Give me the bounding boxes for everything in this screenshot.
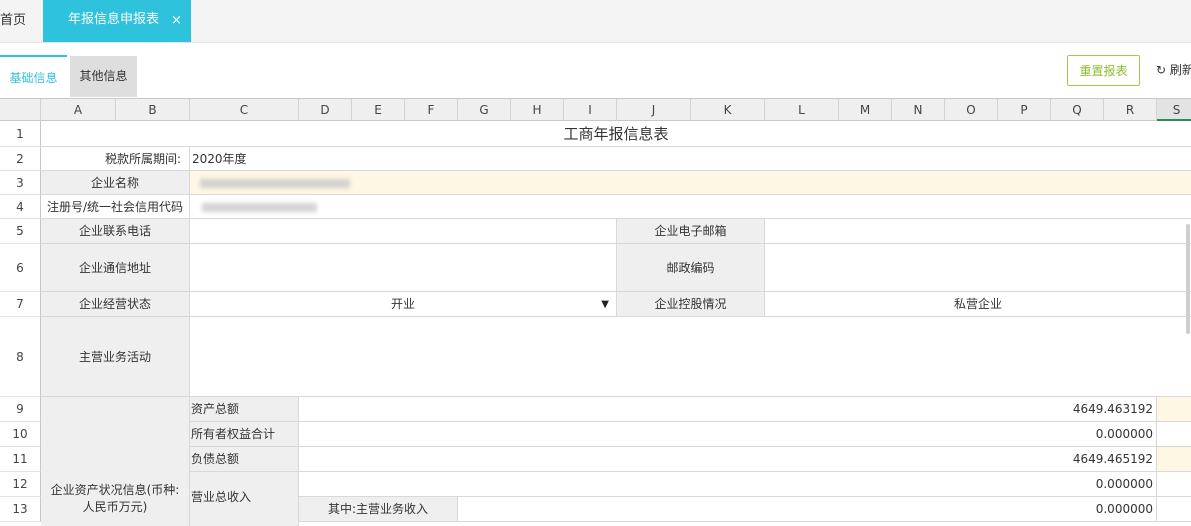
tax-period-label: 税款所属期间:	[41, 147, 190, 171]
cell-s10[interactable]	[1157, 422, 1191, 447]
status-select[interactable]: 开业 ▼	[190, 292, 617, 317]
col-header-m[interactable]: M	[839, 99, 892, 121]
col-header-l[interactable]: L	[765, 99, 839, 121]
col-header-a[interactable]: A	[41, 99, 116, 121]
assets-group-label: 企业资产状况信息(币种:人民币万元)	[41, 397, 190, 526]
col-header-c[interactable]: C	[190, 99, 299, 121]
row-header-9[interactable]: 9	[0, 397, 41, 422]
total-assets-value[interactable]: 4649.463192	[299, 397, 1157, 422]
holding-label: 企业控股情况	[617, 292, 765, 317]
address-field[interactable]	[190, 244, 617, 292]
refresh-button[interactable]: ↻ 刷新	[1156, 55, 1191, 86]
col-header-f[interactable]: F	[405, 99, 458, 121]
tax-period-value[interactable]: 2020年度	[190, 147, 1191, 171]
col-header-e[interactable]: E	[352, 99, 405, 121]
refresh-icon: ↻	[1156, 63, 1167, 77]
row-header-12[interactable]: 12	[0, 472, 41, 497]
col-header-i[interactable]: I	[564, 99, 617, 121]
col-header-q[interactable]: Q	[1051, 99, 1104, 121]
row-header-1[interactable]: 1	[0, 121, 41, 147]
reg-no-field[interactable]	[190, 195, 1191, 219]
refresh-label: 刷新	[1169, 63, 1191, 77]
spreadsheet[interactable]: A B C D E F G H I J K L M N O P Q R S 1 …	[0, 98, 1191, 526]
company-name-label: 企业名称	[41, 171, 190, 195]
liabilities-label: 负债总额	[190, 447, 299, 472]
status-value: 开业	[390, 297, 415, 311]
reg-no-label: 注册号/统一社会信用代码	[41, 195, 190, 219]
address-label: 企业通信地址	[41, 244, 190, 292]
col-header-o[interactable]: O	[945, 99, 998, 121]
revenue-label: 营业总收入	[190, 472, 299, 526]
cell-s11[interactable]	[1157, 447, 1191, 472]
col-header-j[interactable]: J	[617, 99, 691, 121]
row-header-3[interactable]: 3	[0, 171, 41, 195]
col-header-s[interactable]: S	[1157, 99, 1191, 121]
phone-label: 企业联系电话	[41, 219, 190, 244]
cell-s13[interactable]	[1157, 497, 1191, 522]
redacted-company-name	[200, 179, 350, 188]
tab-annual-report-label: 年报信息申报表	[68, 12, 160, 27]
close-icon[interactable]: ×	[171, 1, 182, 41]
subtab-other-info[interactable]: 其他信息	[70, 56, 137, 97]
col-header-n[interactable]: N	[892, 99, 945, 121]
main-business-label: 主营业务活动	[41, 317, 190, 397]
col-header-k[interactable]: K	[691, 99, 765, 121]
row-header-2[interactable]: 2	[0, 147, 41, 171]
cell-s9[interactable]	[1157, 397, 1191, 422]
row-header-13[interactable]: 13	[0, 497, 41, 522]
main-revenue-value[interactable]: 0.000000	[458, 497, 1157, 522]
vertical-scrollbar[interactable]	[1186, 224, 1190, 334]
col-header-b[interactable]: B	[116, 99, 190, 121]
col-header-p[interactable]: P	[998, 99, 1051, 121]
equity-value[interactable]: 0.000000	[299, 422, 1157, 447]
col-header-g[interactable]: G	[458, 99, 511, 121]
row-header-10[interactable]: 10	[0, 422, 41, 447]
total-assets-label: 资产总额	[190, 397, 299, 422]
phone-field[interactable]	[190, 219, 617, 244]
equity-label: 所有者权益合计	[190, 422, 299, 447]
row-header-6[interactable]: 6	[0, 244, 41, 292]
holding-value[interactable]: 私营企业	[765, 292, 1191, 317]
tab-annual-report[interactable]: 年报信息申报表 ×	[43, 0, 191, 42]
cell-s12[interactable]	[1157, 472, 1191, 497]
postcode-label: 邮政编码	[617, 244, 765, 292]
email-field[interactable]	[765, 219, 1191, 244]
col-header-d[interactable]: D	[299, 99, 352, 121]
main-business-field[interactable]	[190, 317, 1191, 397]
col-header-r[interactable]: R	[1104, 99, 1157, 121]
row-header-11[interactable]: 11	[0, 447, 41, 472]
form-title[interactable]: 工商年报信息表	[41, 121, 1191, 147]
reset-report-button[interactable]: 重置报表	[1067, 55, 1140, 86]
row-header-4[interactable]: 4	[0, 195, 41, 219]
row-header-7[interactable]: 7	[0, 292, 41, 317]
postcode-field[interactable]	[765, 244, 1191, 292]
col-header-h[interactable]: H	[511, 99, 564, 121]
company-name-field[interactable]	[190, 171, 1191, 195]
tab-home[interactable]: 首页	[0, 0, 42, 42]
email-label: 企业电子邮箱	[617, 219, 765, 244]
liabilities-value[interactable]: 4649.465192	[299, 447, 1157, 472]
sheet-corner[interactable]	[0, 99, 41, 121]
row-header-5[interactable]: 5	[0, 219, 41, 244]
revenue-value[interactable]: 0.000000	[299, 472, 1157, 497]
subtab-basic-info[interactable]: 基础信息	[0, 55, 67, 97]
main-revenue-label: 其中:主营业务收入	[299, 497, 458, 522]
dropdown-arrow-icon[interactable]: ▼	[601, 292, 609, 316]
row-header-8[interactable]: 8	[0, 317, 41, 397]
redacted-reg-no	[202, 203, 317, 212]
status-label: 企业经营状态	[41, 292, 190, 317]
